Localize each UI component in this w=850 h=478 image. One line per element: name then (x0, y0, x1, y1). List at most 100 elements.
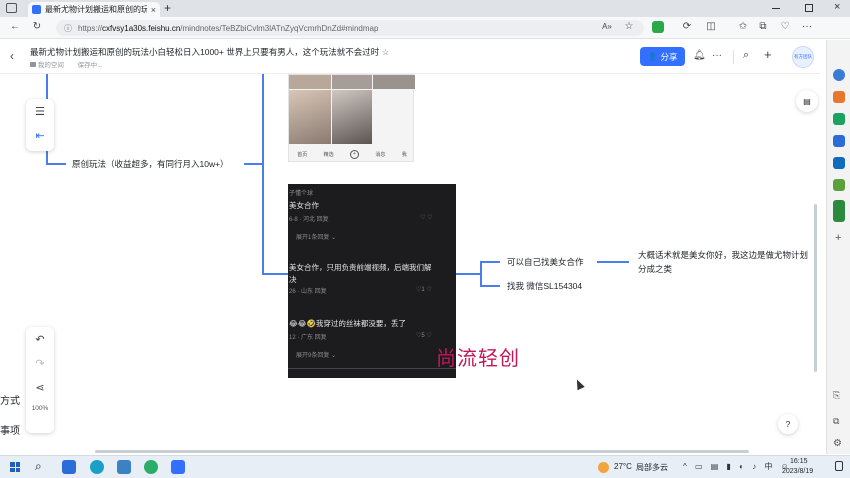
search-icon[interactable]: ⌕ (743, 49, 749, 62)
favorite-star-icon[interactable]: ☆ (622, 20, 636, 34)
share-button[interactable]: 👤 分享 (640, 47, 685, 66)
branch-line (480, 285, 500, 287)
nav-featured: 精选 (323, 151, 334, 158)
comment-button[interactable]: ▤ (796, 90, 818, 112)
clock-time[interactable]: 16:15 (790, 458, 808, 465)
weather-desc[interactable]: 局部多云 (636, 462, 668, 473)
photo-thumb (289, 90, 331, 144)
tray-icons[interactable]: ^ ▭ ▤ ▮ ◐ ♪ 中 ☺ (683, 461, 792, 472)
more-button[interactable]: ··· (712, 50, 722, 61)
sidebar-settings-icon[interactable]: ⎘ (833, 390, 840, 401)
like-icon: ♡5 ♡ (416, 333, 432, 339)
add-sidebar-icon[interactable]: + (835, 232, 841, 244)
nav-messages: 消息 (375, 151, 386, 158)
split-screen-icon[interactable]: ◫ (704, 20, 718, 34)
horizontal-scrollbar[interactable] (95, 450, 749, 453)
minimize-button[interactable] (772, 8, 780, 9)
reload-icon[interactable]: ↻ (30, 20, 44, 34)
back-icon[interactable]: ← (8, 20, 22, 34)
notification-icon[interactable] (835, 461, 843, 471)
node-find-partner[interactable]: 可以自己找美女合作 (507, 256, 584, 268)
avatar[interactable]: 有方团队 (792, 46, 814, 68)
comment-meta: 26 · 山东 回复 (289, 289, 327, 295)
photo-thumb (373, 75, 415, 89)
doc-title[interactable]: 最新尤物计划搬运和原创的玩法小白轻松日入1000+ 世界上只要有男人，这个玩法就… (30, 47, 379, 57)
gear-icon[interactable]: ⚙ (833, 438, 842, 449)
wechat-icon[interactable] (144, 460, 158, 474)
weather-icon (598, 462, 609, 473)
comment-text: 决 (289, 275, 297, 284)
edit-toolbar: ↶ ↷ ⋖ 100% (26, 327, 54, 433)
feishu-app-icon[interactable] (171, 460, 185, 474)
branch-line (456, 273, 480, 275)
view-toolbar: ☰ ⇤ (26, 99, 54, 151)
maximize-button[interactable] (805, 4, 813, 12)
phone-screenshot-image[interactable]: 首页 精选 + 消息 我 (288, 74, 415, 162)
collapse-view-icon[interactable]: ⇤ (26, 123, 54, 147)
layout-icon[interactable]: ⋖ (26, 375, 54, 399)
url-host: cxfvsy1a30s.feishu.cn (102, 23, 181, 33)
mindmap-canvas[interactable]: 原创玩法（收益超多，有同行月入10w+） 可以自己找美女合作 找我 微信SL15… (0, 74, 820, 454)
zoom-level[interactable]: 100% (26, 405, 54, 412)
browser-menu-icon[interactable]: ··· (800, 20, 814, 34)
windows-start-icon[interactable] (10, 462, 20, 472)
tools-icon[interactable] (833, 113, 845, 125)
node-contact[interactable]: 找我 微信SL154304 (507, 280, 582, 292)
favorites-icon[interactable]: ✩ (736, 20, 750, 34)
close-window-button[interactable]: × (834, 1, 840, 13)
feishu-favicon-icon (32, 5, 41, 14)
vertical-scrollbar[interactable] (814, 204, 817, 372)
undo-icon[interactable]: ↶ (26, 327, 54, 351)
node-script-desc-1[interactable]: 大概话术就是美女你好，我这边是做尤物计划 (638, 249, 808, 261)
branch-line (480, 261, 500, 263)
address-bar[interactable]: ⓘ https://cxfvsy1a30s.feishu.cn/mindnote… (56, 20, 644, 36)
bottom-divider (288, 368, 456, 369)
partial-label-items[interactable]: 事项 (0, 422, 20, 437)
refresh-extension-icon[interactable]: ⟳ (680, 20, 694, 34)
back-arrow-icon[interactable]: ‹ (10, 49, 14, 63)
tab-close-icon[interactable]: × (151, 5, 156, 15)
add-icon[interactable]: + (764, 47, 772, 62)
like-icon: ♡1 ♡ (416, 287, 432, 293)
partial-label-method[interactable]: 方式 (0, 392, 20, 407)
extension-green-icon[interactable] (652, 21, 664, 33)
speed-widget-icon[interactable] (833, 200, 845, 222)
comment-meta: 12 · 广东 回复 (289, 335, 327, 341)
taskview-icon[interactable] (62, 460, 76, 474)
collections-icon[interactable]: ⧉ (756, 20, 770, 34)
new-tab-button[interactable]: + (164, 1, 171, 15)
browser-toolbar: ← ↻ ⓘ https://cxfvsy1a30s.feishu.cn/mind… (0, 17, 850, 39)
outline-view-icon[interactable]: ☰ (26, 99, 54, 123)
weather-temp[interactable]: 27°C (614, 462, 632, 471)
header-divider (733, 50, 734, 64)
external-link-icon[interactable]: ⧉ (833, 416, 839, 427)
games-icon[interactable] (833, 135, 845, 147)
shopping-icon[interactable] (833, 91, 845, 103)
comment-text: 😂😂🤣我穿过的丝袜都没要，丢了 (289, 319, 406, 328)
node-original-method[interactable]: 原创玩法（收益超多，有同行月入10w+） (72, 158, 229, 170)
nav-plus-icon: + (349, 149, 359, 159)
copilot-icon[interactable]: ♡ (778, 20, 792, 34)
folder-icon (30, 62, 36, 67)
clock-date[interactable]: 2023/8/19 (782, 468, 813, 475)
edge-browser-icon[interactable] (90, 460, 104, 474)
read-aloud-icon[interactable]: A» (600, 20, 614, 34)
redo-icon[interactable]: ↷ (26, 351, 54, 375)
browser-tab[interactable]: 最新尤物计划搬运和原创的玩法 × (28, 2, 160, 17)
expand-replies: 展开1条回复 ⌄ (296, 235, 337, 241)
bell-icon[interactable]: 🔔︎ (693, 50, 706, 61)
help-button[interactable]: ? (778, 414, 798, 434)
app-icon[interactable] (117, 460, 131, 474)
url-path: /mindnotes/TeBZbiCvlm3lATnZyqVcmrhDnZd#m… (180, 23, 379, 33)
search-taskbar-icon[interactable]: ⌕ (35, 459, 42, 474)
outlook-icon[interactable] (833, 157, 845, 169)
extension-icon[interactable] (833, 179, 845, 191)
info-icon[interactable]: ⓘ (64, 23, 72, 34)
search-sidebar-icon[interactable] (833, 69, 845, 81)
breadcrumb-space[interactable]: 我的空间 (38, 62, 64, 69)
window-menu-icon[interactable] (6, 3, 17, 13)
star-icon[interactable]: ☆ (382, 47, 390, 57)
node-script-desc-2[interactable]: 分成之类 (638, 263, 672, 275)
branch-line (244, 163, 262, 165)
comments-screenshot-image[interactable]: 子懂个球 美女合作 6-8 · 河北 回复 展开1条回复 ⌄ 美女合作，只用负责… (288, 184, 456, 378)
